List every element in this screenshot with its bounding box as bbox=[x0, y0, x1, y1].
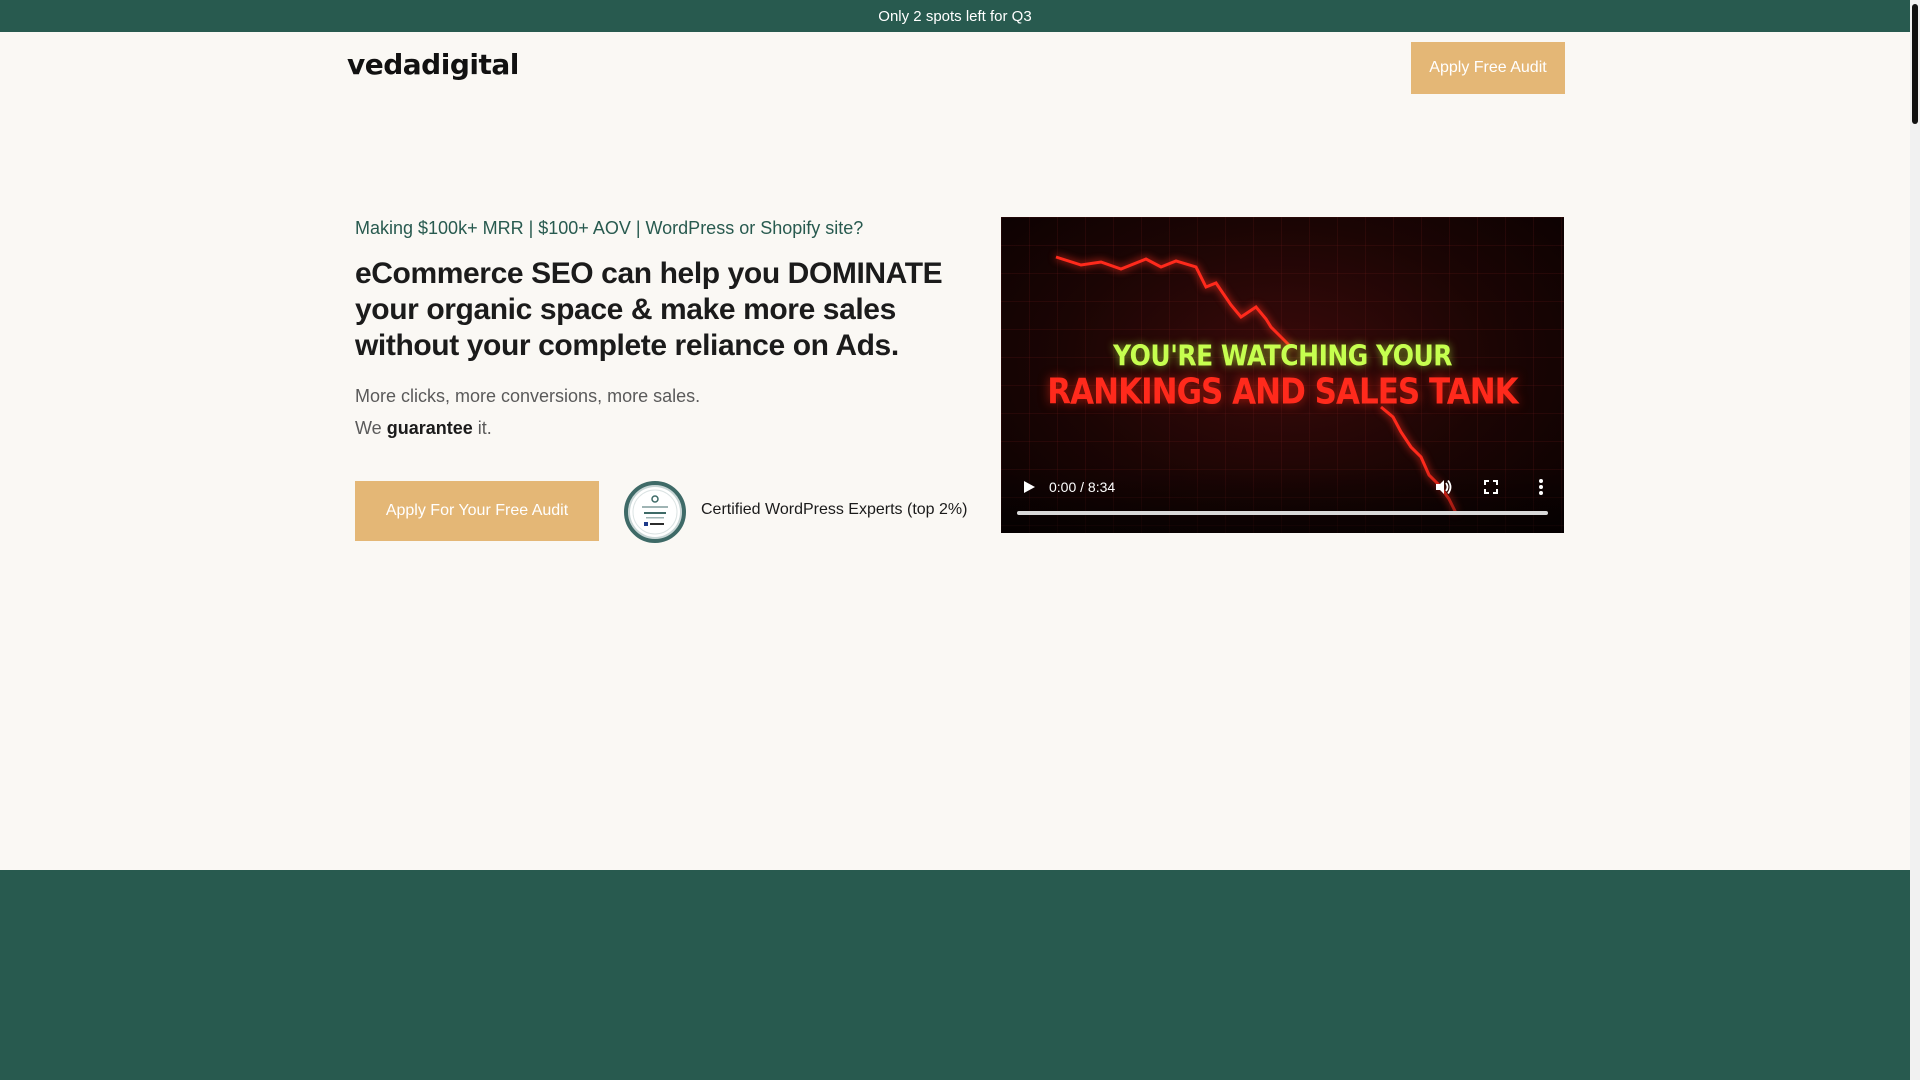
more-vert-icon[interactable] bbox=[1531, 477, 1551, 497]
video-time: 0:00 / 8:34 bbox=[1049, 479, 1116, 495]
video-progress-bar[interactable] bbox=[1017, 511, 1548, 515]
hero-sub-prefix: We bbox=[355, 418, 382, 438]
hero-sub-line2: We guarantee it. bbox=[355, 412, 700, 444]
apply-for-your-free-audit-button[interactable]: Apply For Your Free Audit bbox=[355, 481, 599, 541]
hero-sub-suffix: it. bbox=[477, 418, 492, 438]
video-controls: 0:00 / 8:34 bbox=[1001, 463, 1564, 533]
play-icon[interactable] bbox=[1021, 479, 1037, 495]
hero-title: eCommerce SEO can help you DOMINATE your… bbox=[355, 257, 943, 362]
hero-pretitle: Making $100k+ MRR | $100+ AOV | WordPres… bbox=[355, 218, 864, 238]
hero-sub-bold: guarantee bbox=[386, 418, 473, 438]
apply-free-audit-button[interactable]: Apply Free Audit bbox=[1411, 42, 1565, 94]
volume-icon[interactable] bbox=[1433, 477, 1453, 497]
page: Only 2 spots left for Q3 vedadigital App… bbox=[0, 0, 1920, 1080]
video-thumb-line1: YOU'RE WATCHING YOUR bbox=[1112, 338, 1453, 373]
video-thumb-line2: RANKINGS AND SALES TANK bbox=[1047, 371, 1518, 413]
scrollbar-thumb[interactable] bbox=[1912, 4, 1918, 124]
next-section bbox=[0, 870, 1910, 1080]
logo[interactable]: vedadigital bbox=[347, 48, 519, 81]
site-header: vedadigital Apply Free Audit bbox=[0, 32, 1910, 108]
announcement-bar: Only 2 spots left for Q3 bbox=[0, 0, 1910, 32]
video-player[interactable]: YOU'RE WATCHING YOUR RANKINGS AND SALES … bbox=[1001, 217, 1564, 533]
hero-sub-line1: More clicks, more conversions, more sale… bbox=[355, 386, 701, 406]
announcement-text: Only 2 spots left for Q3 bbox=[878, 7, 1032, 25]
hero-subtitle: More clicks, more conversions, more sale… bbox=[355, 380, 700, 444]
scrollbar-track[interactable] bbox=[1910, 0, 1920, 1080]
fullscreen-icon[interactable] bbox=[1481, 477, 1501, 497]
badge-text: Certified WordPress Experts (top 2%) bbox=[701, 501, 968, 518]
certification-badge-icon bbox=[624, 481, 686, 543]
